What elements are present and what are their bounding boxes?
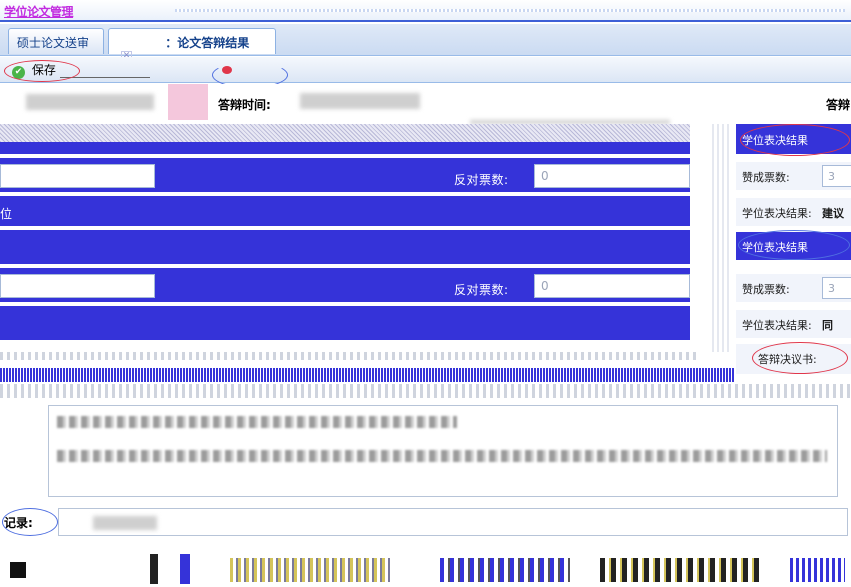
noise-block [180, 554, 190, 584]
noise-block [230, 558, 390, 582]
highlight-column [168, 84, 208, 120]
tab-label: 硕士论文送审 [17, 36, 90, 50]
section-divider [0, 368, 735, 382]
oppose-votes-field[interactable]: 0 [534, 164, 690, 188]
defense-resolution-textarea[interactable] [48, 405, 838, 497]
title-stripe [175, 9, 845, 12]
noise-block [440, 558, 570, 582]
form-band [0, 142, 690, 154]
redacted-text [57, 450, 827, 462]
redacted-text [57, 416, 457, 428]
noise-block [10, 562, 26, 578]
app-title: 学位论文管理 [4, 5, 74, 19]
annotation-circle [752, 342, 848, 374]
approve-votes-label: 赞成票数: [742, 171, 790, 184]
noise-block [790, 558, 845, 582]
form-row [0, 306, 690, 340]
form-row [0, 230, 690, 264]
annotation-dot [222, 66, 232, 74]
title-bar: 学位论文管理 [0, 0, 851, 22]
vote-result-row: 学位表决结果: 同 [736, 310, 851, 338]
row-label: 位 [0, 207, 13, 221]
noise-strip [0, 384, 851, 398]
vote-result-value: 同 [822, 319, 833, 332]
section-header [0, 124, 690, 142]
vote-result-value: 建议 [822, 207, 844, 220]
annotation-circle [4, 60, 80, 82]
noise-strip [0, 352, 700, 360]
approve-votes-row: 赞成票数: 3 [736, 162, 851, 190]
annotation-circle [738, 230, 850, 260]
record-label: 记录: [4, 516, 33, 530]
app-window: 学位论文管理 硕士论文送审 ：论文答辩结果 ✕ ✔ 保存 答辩时间: 答辩 反对… [0, 0, 851, 587]
form-row [0, 196, 690, 226]
vote-result-label: 学位表决结果: [742, 207, 812, 220]
defense-label-right: 答辩 [826, 98, 851, 112]
approve-votes-field[interactable]: 3 [822, 277, 851, 299]
oppose-votes-label: 反对票数: [454, 283, 509, 297]
text-field[interactable] [0, 164, 155, 188]
record-field[interactable] [58, 508, 848, 536]
annotation-circle [740, 124, 850, 156]
tab-defense-result[interactable]: ：论文答辩结果 ✕ [108, 28, 276, 62]
vote-result-label: 学位表决结果: [742, 319, 812, 332]
noise-block [150, 554, 158, 584]
text-field[interactable] [0, 274, 155, 298]
redacted-value [300, 93, 420, 109]
vote-result-row: 学位表决结果: 建议 [736, 198, 851, 226]
approve-votes-label: 赞成票数: [742, 283, 790, 296]
noise-block [600, 558, 760, 582]
tab-label: ：论文答辩结果 [165, 36, 250, 50]
bottom-bar [0, 548, 851, 587]
redacted-value [93, 516, 157, 530]
oppose-votes-field[interactable]: 0 [534, 274, 690, 298]
oppose-votes-label: 反对票数: [454, 173, 509, 187]
redacted-value [26, 94, 154, 110]
column-separator [712, 124, 732, 352]
tab-thesis-review[interactable]: 硕士论文送审 [8, 28, 104, 54]
tab-bar: 硕士论文送审 ：论文答辩结果 ✕ [0, 24, 851, 62]
approve-votes-field[interactable]: 3 [822, 165, 851, 187]
toolbar: ✔ 保存 [0, 57, 851, 83]
approve-votes-row: 赞成票数: 3 [736, 274, 851, 302]
defense-time-label: 答辩时间: [218, 98, 271, 112]
